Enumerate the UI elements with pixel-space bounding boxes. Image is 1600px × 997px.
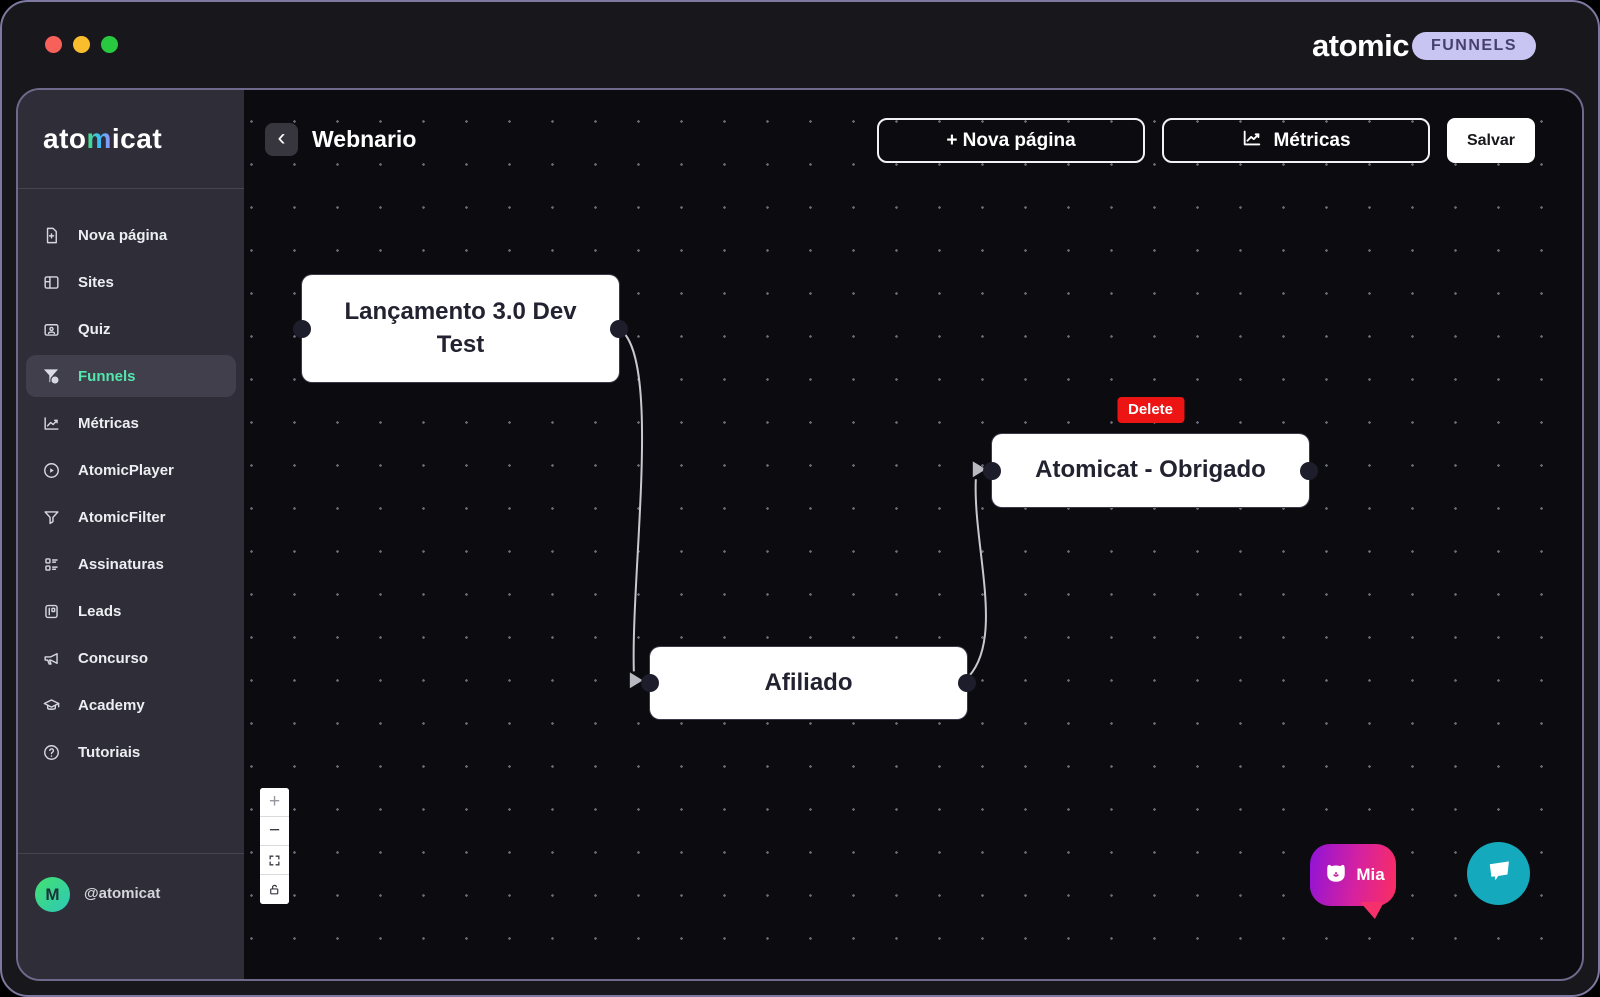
sidebar: atomicat Nova página Sites	[18, 90, 244, 979]
app-window: atomic FUNNELS atomicat Nova página	[0, 0, 1600, 997]
graduation-cap-icon	[41, 695, 61, 715]
node-handle-right[interactable]	[1300, 462, 1318, 480]
zoom-controls: + −	[260, 788, 289, 904]
lock-button[interactable]	[260, 875, 289, 904]
sidebar-item-label: Nova página	[78, 227, 167, 244]
avatar: M	[35, 877, 70, 912]
zoom-out-button[interactable]: −	[260, 817, 289, 846]
node-handle-right[interactable]	[610, 320, 628, 338]
new-page-button[interactable]: + Nova página	[877, 118, 1145, 163]
user-handle: @atomicat	[84, 885, 160, 902]
sidebar-item-atomicplayer[interactable]: AtomicPlayer	[26, 449, 236, 491]
metrics-button[interactable]: Métricas	[1162, 118, 1430, 163]
sidebar-item-label: Métricas	[78, 415, 139, 432]
back-button[interactable]: ‹	[265, 123, 298, 156]
file-plus-icon	[41, 225, 61, 245]
sidebar-item-atomicfilter[interactable]: AtomicFilter	[26, 496, 236, 538]
chart-line-icon	[1241, 127, 1263, 155]
mia-cat-icon	[1321, 858, 1351, 893]
sidebar-item-metricas[interactable]: Métricas	[26, 402, 236, 444]
content-frame: atomicat Nova página Sites	[16, 88, 1584, 981]
edge-launch-to-afiliado	[618, 328, 642, 671]
sidebar-user-area[interactable]: M @atomicat	[18, 853, 244, 979]
sidebar-item-tutoriais[interactable]: Tutoriais	[26, 731, 236, 773]
sidebar-nav: Nova página Sites Quiz $	[18, 189, 244, 853]
maximize-button[interactable]	[101, 36, 118, 53]
mia-assistant-widget[interactable]: Mia	[1310, 844, 1396, 906]
logo-accent-m: m	[87, 123, 112, 154]
sidebar-item-label: Sites	[78, 274, 114, 291]
node-title: Lançamento 3.0 Dev Test	[322, 296, 599, 361]
sidebar-item-label: Concurso	[78, 650, 148, 667]
fit-view-button[interactable]	[260, 846, 289, 875]
node-title: Atomicat - Obrigado	[1035, 454, 1266, 486]
sidebar-item-label: AtomicPlayer	[78, 462, 174, 479]
delete-button[interactable]: Delete	[1117, 397, 1184, 423]
node-handle-left[interactable]	[293, 320, 311, 338]
funnel-node-obrigado[interactable]: Delete Atomicat - Obrigado	[992, 434, 1309, 507]
sidebar-item-academy[interactable]: Academy	[26, 684, 236, 726]
close-button[interactable]	[45, 36, 62, 53]
sidebar-item-sites[interactable]: Sites	[26, 261, 236, 303]
logo-post: icat	[112, 123, 162, 154]
sidebar-item-funnels[interactable]: $ Funnels	[26, 355, 236, 397]
sidebar-item-label: Quiz	[78, 321, 111, 338]
sidebar-item-label: AtomicFilter	[78, 509, 166, 526]
chart-line-icon	[41, 413, 61, 433]
funnel-canvas[interactable]: ‹ Webnario + Nova página Métricas Salvar…	[244, 90, 1582, 979]
brand-logo: atomic FUNNELS	[1312, 28, 1536, 64]
quiz-icon	[41, 319, 61, 339]
edge-afiliado-to-obrigado	[965, 479, 986, 680]
funnel-node-afiliado[interactable]: Afiliado	[650, 647, 967, 719]
sidebar-item-label: Funnels	[78, 368, 136, 385]
help-circle-icon	[41, 742, 61, 762]
node-handle-left[interactable]	[641, 674, 659, 692]
mia-label: Mia	[1356, 865, 1384, 885]
chevron-left-icon: ‹	[278, 126, 286, 150]
save-button[interactable]: Salvar	[1447, 118, 1535, 163]
chat-button[interactable]	[1467, 842, 1530, 905]
funnel-dollar-icon: $	[41, 366, 61, 386]
sidebar-item-concurso[interactable]: Concurso	[26, 637, 236, 679]
sidebar-item-quiz[interactable]: Quiz	[26, 308, 236, 350]
list-boxes-icon	[41, 554, 61, 574]
title-bar: atomic FUNNELS	[2, 2, 1598, 88]
chat-bubble-icon	[1482, 854, 1516, 893]
logo-pre: ato	[43, 123, 87, 154]
sidebar-item-label: Leads	[78, 603, 121, 620]
node-handle-right[interactable]	[958, 674, 976, 692]
zoom-in-button[interactable]: +	[260, 788, 289, 817]
sidebar-item-nova-pagina[interactable]: Nova página	[26, 214, 236, 256]
sidebar-logo-area: atomicat	[18, 90, 244, 189]
sidebar-item-label: Assinaturas	[78, 556, 164, 573]
mia-bubble-tail	[1360, 902, 1384, 919]
page-title: Webnario	[312, 126, 416, 153]
traffic-lights	[45, 36, 118, 53]
funnel-node-lancamento[interactable]: Lançamento 3.0 Dev Test	[302, 275, 619, 382]
atomicat-logo: atomicat	[43, 123, 162, 155]
megaphone-icon	[41, 648, 61, 668]
brand-name: atomic	[1312, 28, 1409, 64]
node-handle-left[interactable]	[983, 462, 1001, 480]
play-circle-icon	[41, 460, 61, 480]
node-title: Afiliado	[765, 667, 853, 699]
sidebar-item-leads[interactable]: Leads	[26, 590, 236, 632]
sidebar-item-label: Academy	[78, 697, 145, 714]
metrics-button-label: Métricas	[1273, 130, 1350, 152]
brand-funnels-badge: FUNNELS	[1412, 32, 1536, 60]
sidebar-item-label: Tutoriais	[78, 744, 140, 761]
sidebar-item-assinaturas[interactable]: Assinaturas	[26, 543, 236, 585]
avatar-initial: M	[45, 885, 59, 905]
sites-icon	[41, 272, 61, 292]
leads-board-icon	[41, 601, 61, 621]
minimize-button[interactable]	[73, 36, 90, 53]
filter-icon	[41, 507, 61, 527]
svg-text:$: $	[53, 377, 57, 384]
new-page-button-label: + Nova página	[946, 130, 1075, 152]
